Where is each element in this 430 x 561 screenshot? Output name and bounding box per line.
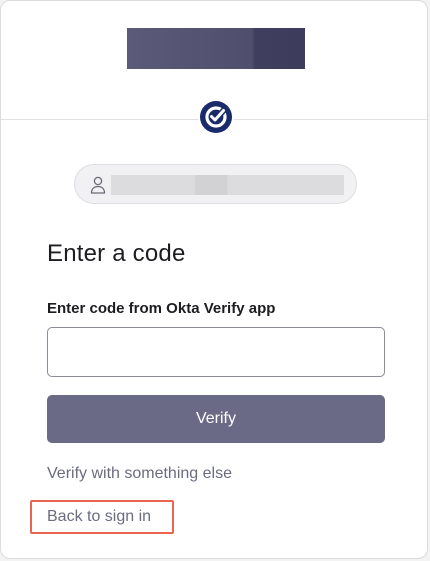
sign-in-card: Enter a code Enter code from Okta Verify…: [0, 0, 429, 559]
okta-verify-icon: [198, 99, 234, 135]
user-icon: [90, 176, 106, 194]
back-to-sign-in-label: Back to sign in: [47, 508, 152, 525]
code-field-label: Enter code from Okta Verify app: [47, 300, 276, 317]
verify-with-something-else-link[interactable]: Verify with something else: [47, 465, 232, 483]
verify-button[interactable]: Verify: [47, 395, 385, 443]
code-input[interactable]: [47, 327, 385, 377]
user-identifier: [74, 164, 357, 204]
org-logo: [127, 28, 305, 69]
page-title: Enter a code: [47, 240, 186, 267]
back-to-sign-in-link[interactable]: Back to sign in: [30, 500, 174, 534]
masked-username: [111, 175, 344, 195]
